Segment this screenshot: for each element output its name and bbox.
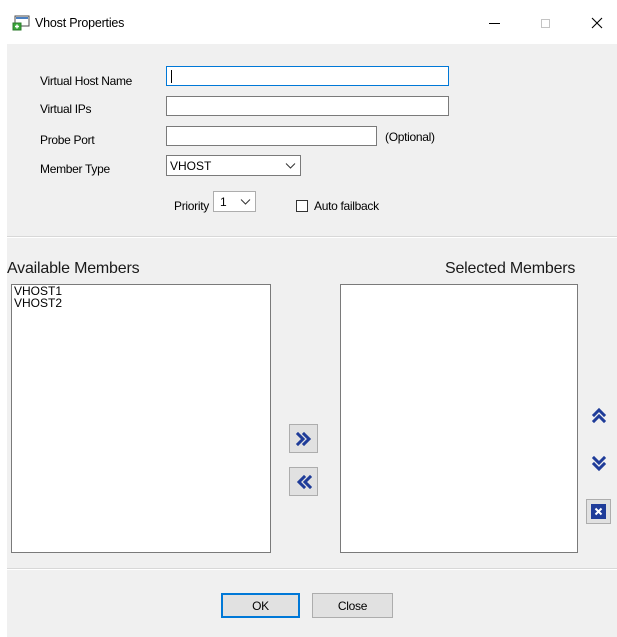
maximize-icon [540,18,550,28]
minimize-icon [488,22,500,24]
text-caret [171,70,172,83]
probe-port-optional-hint: (Optional) [385,130,435,144]
chevron-down-icon [285,163,296,169]
maximize-button[interactable] [522,8,568,38]
priority-label: Priority [174,199,209,213]
window-title: Vhost Properties [35,16,125,30]
available-members-list[interactable]: VHOST1 VHOST2 [11,284,271,553]
ok-button[interactable]: OK [221,593,300,618]
probe-port-input[interactable] [166,126,377,146]
member-type-value: VHOST [170,159,212,173]
double-chevron-down-icon [591,455,606,471]
probe-port-label: Probe Port [40,133,95,147]
virtual-host-name-label: Virtual Host Name [40,74,133,88]
close-icon [591,17,603,29]
double-chevron-left-icon [296,474,312,489]
priority-select[interactable]: 1 [213,191,256,212]
move-up-button[interactable] [586,402,611,427]
virtual-ips-label: Virtual IPs [40,102,92,116]
double-chevron-up-icon [591,407,606,423]
remove-all-button[interactable] [289,467,318,496]
chevron-down-icon [240,199,251,205]
delete-member-button[interactable] [586,499,611,524]
title-bar: Vhost Properties [0,0,617,44]
available-members-heading: Available Members [7,260,140,277]
member-type-select[interactable]: VHOST [166,155,301,176]
app-window-icon [12,15,30,31]
virtual-ips-input[interactable] [166,96,449,116]
move-down-button[interactable] [586,451,611,476]
double-chevron-right-icon [295,431,311,446]
delete-icon [591,504,606,519]
selected-members-heading: Selected Members [445,260,576,277]
priority-value: 1 [220,195,227,209]
member-type-label: Member Type [40,162,110,176]
dialog-client-area: Virtual Host Name Virtual IPs Probe Port… [7,44,617,637]
virtual-host-name-input[interactable] [166,66,449,86]
separator-bottom [7,568,617,570]
selected-members-list[interactable] [340,284,578,553]
close-button[interactable]: Close [312,593,393,618]
add-all-button[interactable] [289,424,318,453]
auto-failback-label: Auto failback [314,199,379,213]
list-item[interactable]: VHOST2 [12,297,270,309]
auto-failback-checkbox[interactable] [296,200,308,212]
separator-top [7,236,617,238]
minimize-button[interactable] [471,8,517,38]
close-window-button[interactable] [574,8,617,38]
